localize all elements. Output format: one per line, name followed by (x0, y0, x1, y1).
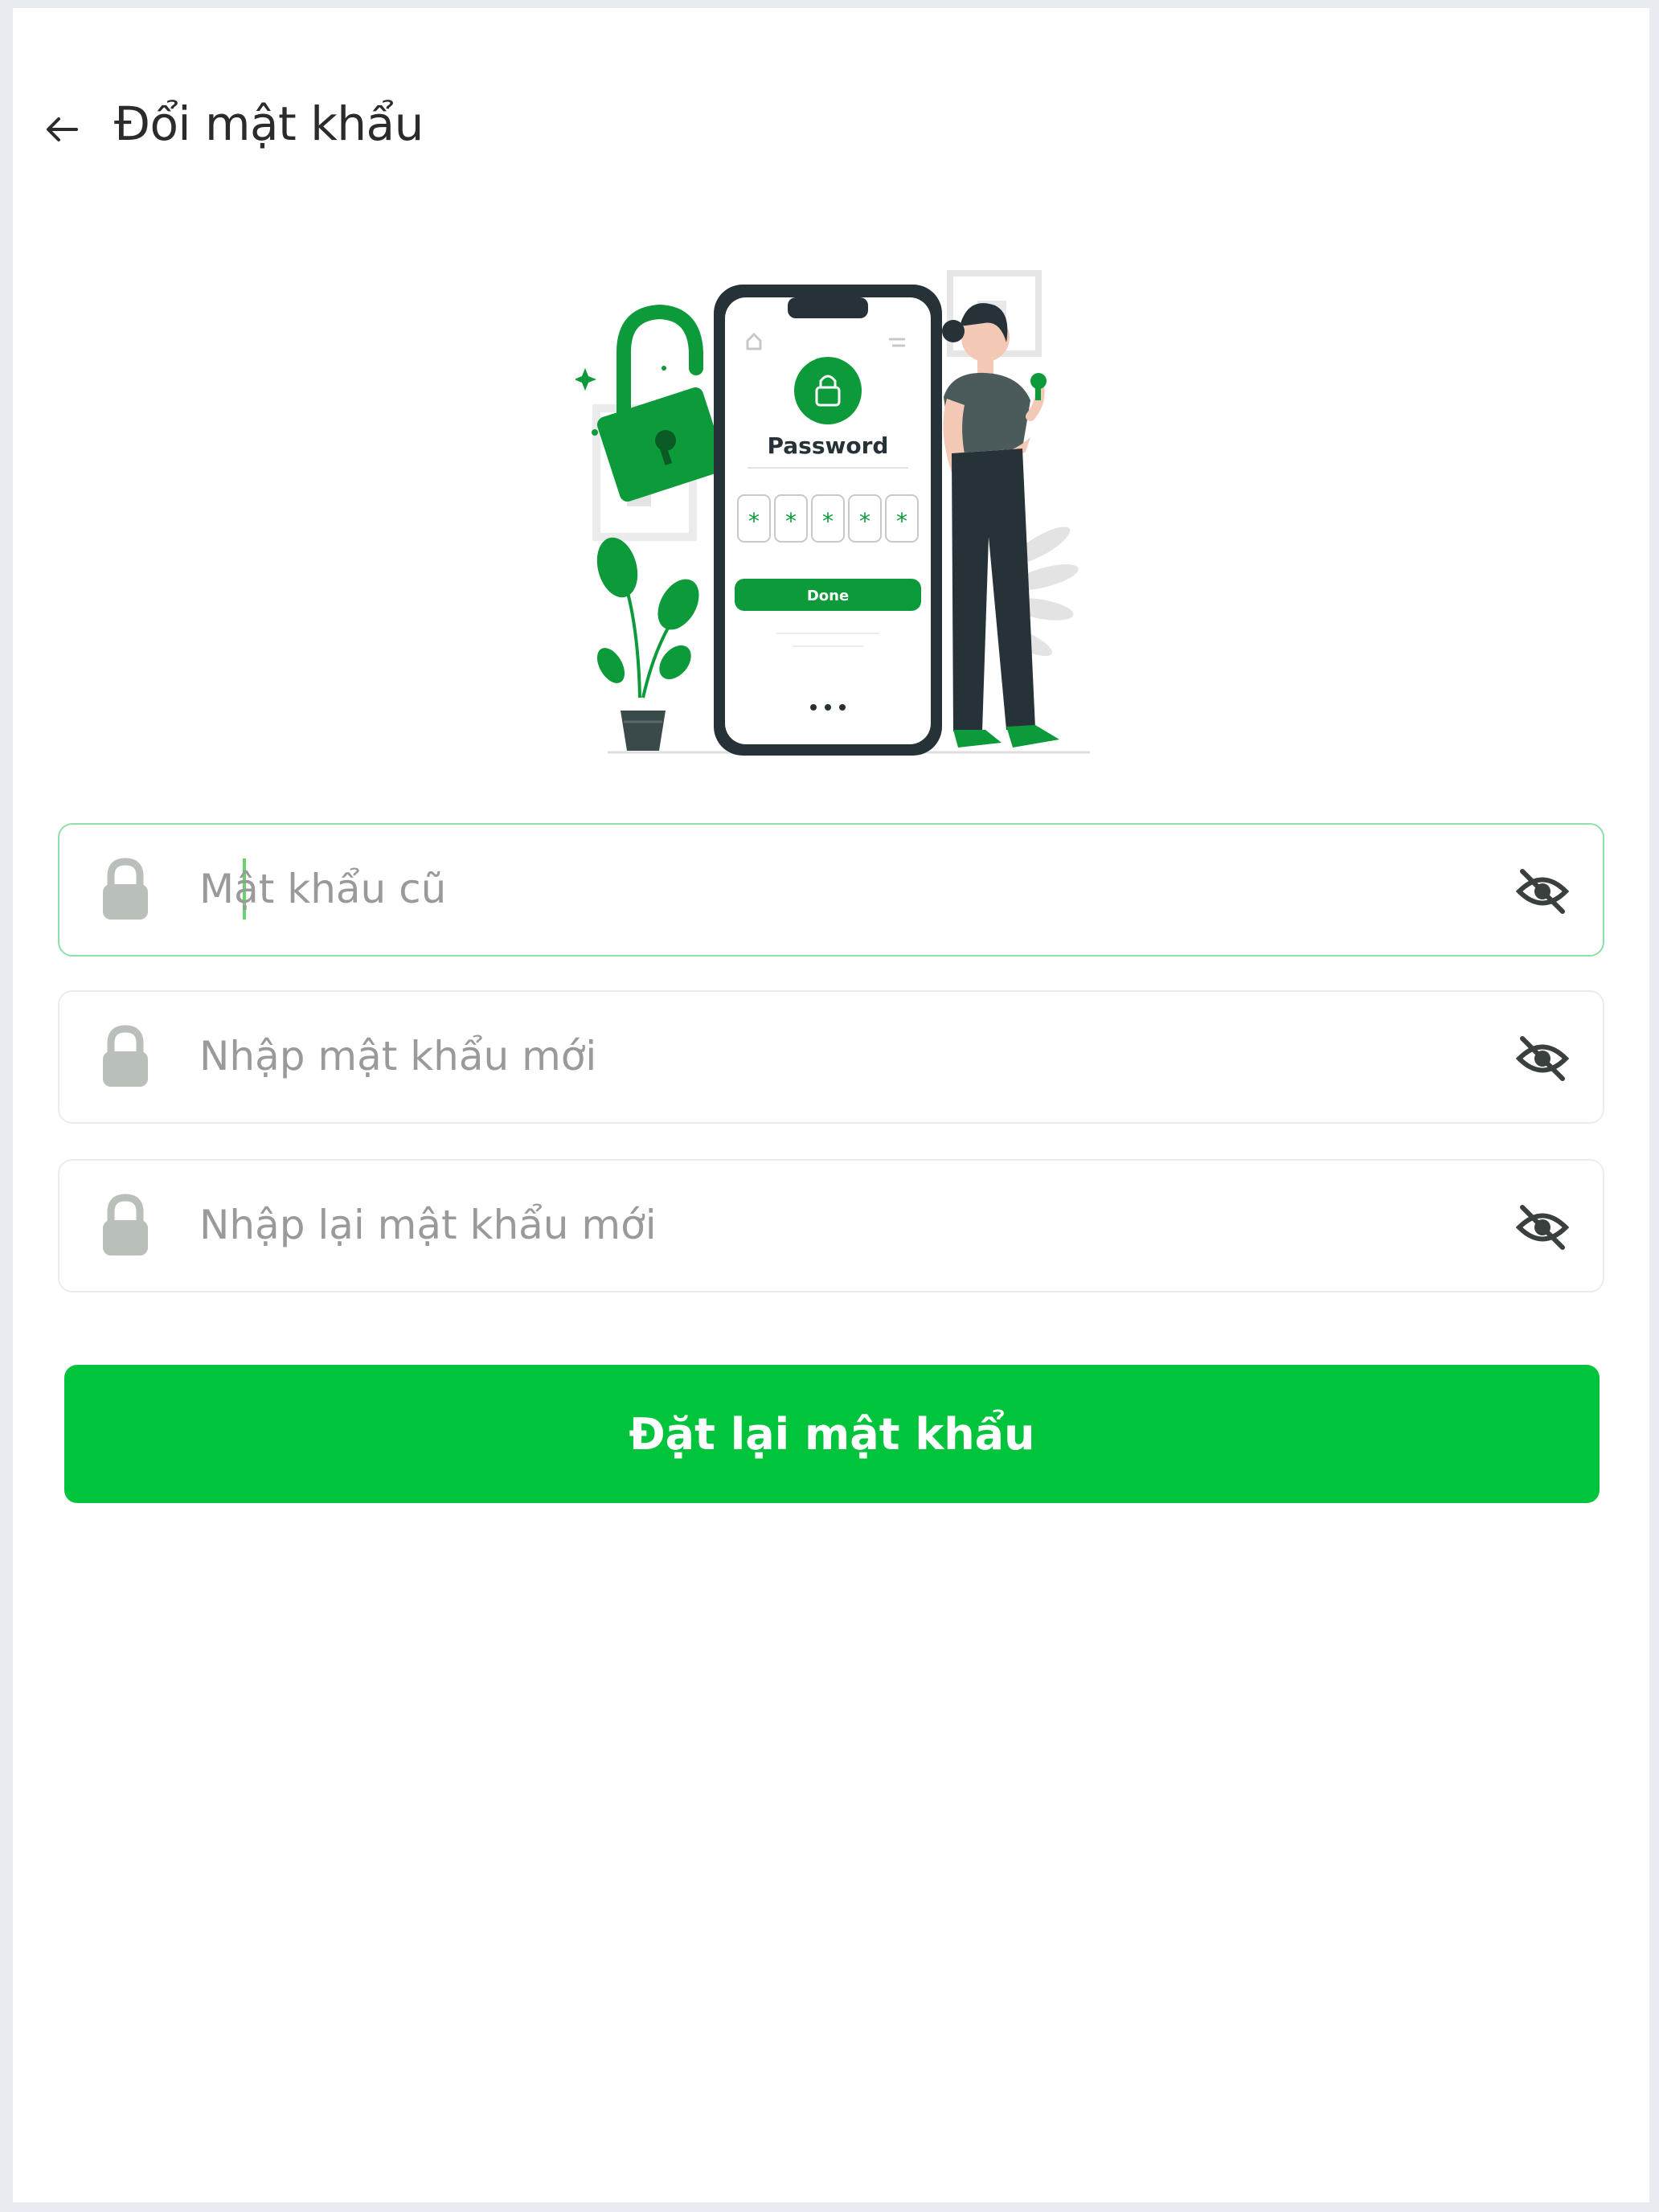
old-password-field[interactable] (58, 823, 1604, 956)
plant-graphic (596, 537, 699, 751)
confirm-password-field[interactable] (58, 1159, 1604, 1292)
app-screen: Đổi mật khẩu Password * * * * * Done Đặt… (13, 8, 1649, 2202)
eye-off-icon[interactable] (1516, 865, 1569, 918)
pin-char: * (748, 508, 760, 535)
new-password-input[interactable] (199, 1016, 1405, 1096)
pin-char: * (785, 508, 797, 535)
back-button[interactable] (34, 101, 90, 158)
lock-icon (103, 858, 148, 920)
pin-char: * (896, 508, 907, 535)
arrow-left-icon (47, 117, 78, 141)
phone-heading: Password (768, 432, 889, 459)
new-password-field[interactable] (58, 990, 1604, 1124)
eye-off-icon[interactable] (1516, 1032, 1569, 1085)
page-title: Đổi mật khẩu (114, 96, 424, 151)
phone-graphic: Password * * * * * Done (714, 285, 942, 756)
eye-off-icon[interactable] (1516, 1201, 1569, 1254)
person-graphic (942, 303, 1059, 748)
pin-boxes: * * * * * (737, 494, 919, 543)
pin-char: * (859, 508, 870, 535)
old-password-input[interactable] (199, 849, 1405, 929)
password-illustration: Password * * * * * Done (576, 270, 1090, 756)
top-bar: Đổi mật khẩu (13, 85, 1649, 174)
pin-char: * (822, 508, 834, 535)
reset-password-button[interactable]: Đặt lại mật khẩu (64, 1365, 1600, 1503)
lock-icon (103, 1025, 148, 1087)
confirm-password-input[interactable] (199, 1185, 1405, 1265)
lock-icon (103, 1194, 148, 1256)
phone-done-label: Done (807, 588, 849, 604)
